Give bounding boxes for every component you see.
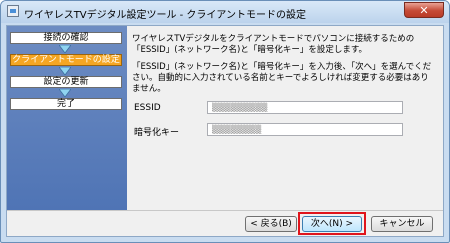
next-button[interactable]: 次へ(N) > (302, 216, 362, 232)
step-arrow-icon (59, 89, 71, 97)
essid-label: ESSID (134, 103, 161, 113)
encryption-key-input[interactable]: ▒▒▒▒▒▒▒▒ (207, 123, 403, 136)
app-icon (7, 5, 19, 17)
instruction-text: 「ESSID」(ネットワーク名)と「暗号化キー」を入力後、「次へ」を選んでくださ… (132, 62, 432, 94)
footer-divider (7, 210, 443, 211)
step-arrow-icon (59, 45, 71, 53)
encryption-key-label: 暗号化キー (134, 128, 180, 138)
intro-text: ワイヤレスTVデジタルをクライアントモードでパソコンに接続するための「ESSID… (132, 34, 415, 55)
close-button[interactable]: ✕ (404, 2, 444, 18)
title-bar[interactable]: ワイヤレスTVデジタル設定ツール - クライアントモードの設定 ✕ (1, 1, 449, 23)
back-button[interactable]: < 戻る(B) (245, 216, 297, 232)
step-arrow-icon (59, 67, 71, 75)
step-connection-check: 接続の確認 (10, 32, 122, 44)
cancel-button[interactable]: キャンセル (371, 216, 433, 232)
content-area: ワイヤレスTVデジタルをクライアントモードでパソコンに接続するための「ESSID… (132, 34, 437, 101)
essid-input[interactable]: ▒▒▒▒▒▒▒▒▒ (207, 101, 403, 114)
window-title: ワイヤレスTVデジタル設定ツール - クライアントモードの設定 (24, 10, 307, 21)
step-complete: 完了 (10, 98, 122, 110)
wizard-window: ワイヤレスTVデジタル設定ツール - クライアントモードの設定 ✕ 接続の確認 … (0, 0, 450, 243)
step-panel: 接続の確認 クライアントモードの設定 設定の更新 完了 (7, 26, 127, 210)
step-update-settings: 設定の更新 (10, 76, 122, 88)
wizard-body: 接続の確認 クライアントモードの設定 設定の更新 完了 ワイヤレスTVデジタルを… (6, 25, 444, 237)
step-client-mode-settings: クライアントモードの設定 (10, 54, 122, 66)
